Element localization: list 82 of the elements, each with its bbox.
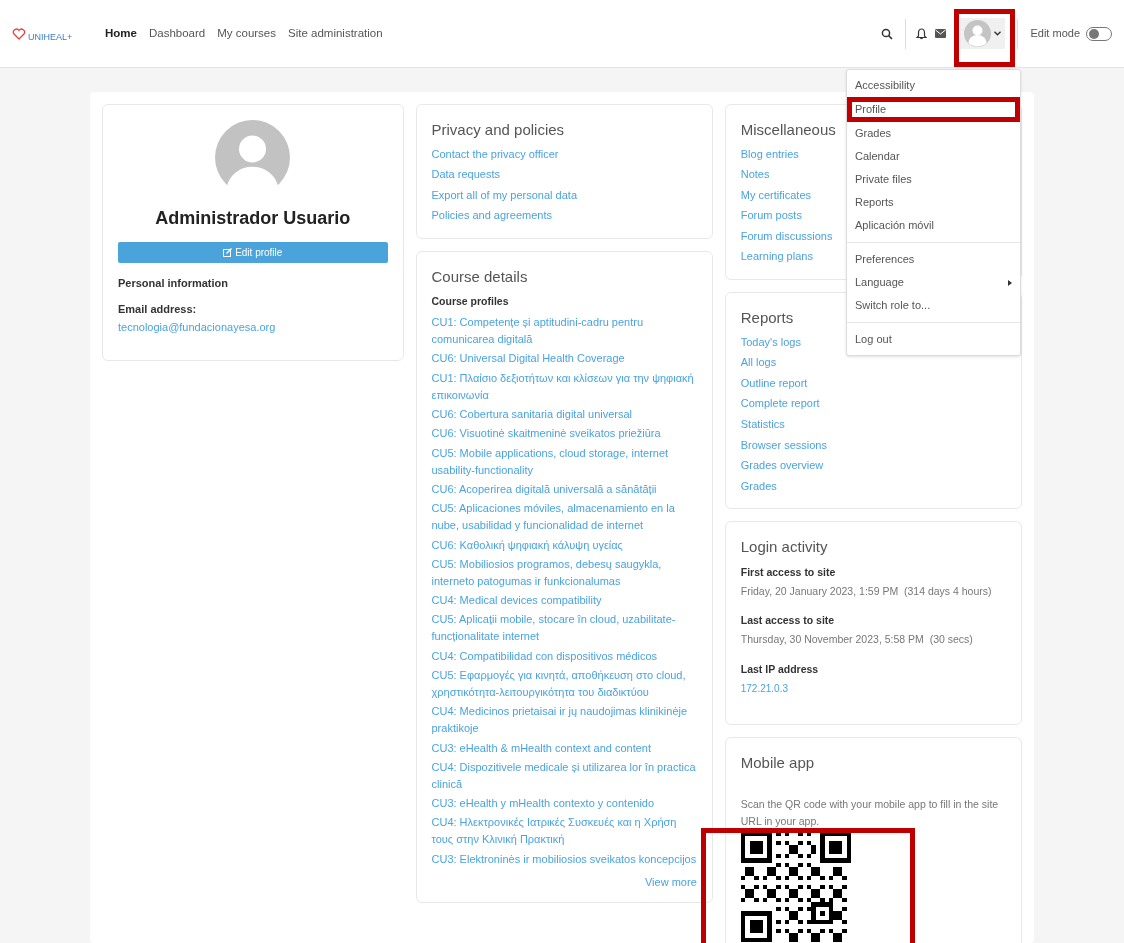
menu-item[interactable]: Calendar: [847, 145, 1020, 168]
field-value: Thursday, 30 November 2023, 5:58 PM (30 secs): [740, 632, 974, 648]
course-link[interactable]: CU3: eHealth y mHealth contexto y contenido: [431, 795, 655, 813]
avatar-icon: [964, 20, 992, 47]
course-link[interactable]: CU6: Acoperirea digitală universală a sănătății: [431, 480, 657, 498]
link[interactable]: Contact the privacy officer: [431, 143, 559, 165]
link[interactable]: Export all of my personal data: [431, 184, 578, 206]
menu-item[interactable]: Log out: [847, 328, 1020, 351]
view-more-link[interactable]: View more: [645, 873, 697, 891]
menu-item[interactable]: Profile: [847, 97, 1020, 122]
link[interactable]: Grades overview: [740, 455, 824, 476]
section-heading: Course profiles: [431, 294, 510, 310]
menu-item[interactable]: Switch role to...: [847, 294, 1020, 317]
course-link[interactable]: CU4: Compatibilidad con dispositivos médicos: [431, 647, 658, 665]
link[interactable]: Data requests: [431, 164, 500, 185]
link[interactable]: All logs: [740, 352, 777, 373]
course-link[interactable]: CU1: Πλαίσιο δεξιοτήτων και κλίσεων για την ψηφιακή επικοινωνία: [431, 369, 697, 404]
course-link[interactable]: CU5: Aplicaciones móviles, almacenamiento en la nube, usabilidad y funcionalidad de internet: [431, 500, 697, 535]
field-value: Friday, 20 January 2023, 1:59 PM (314 days 4 hours): [740, 583, 993, 599]
edit-icon: [223, 248, 233, 257]
course-link[interactable]: CU4: Medical devices compatibility: [431, 592, 602, 610]
profile-name: Administrador Usuario: [154, 207, 352, 230]
envelope-icon[interactable]: [935, 29, 947, 38]
section-heading: Personal information: [118, 276, 230, 291]
link[interactable]: Forum discussions: [740, 225, 833, 247]
course-link[interactable]: CU6: Cobertura sanitaria digital universal: [431, 406, 633, 423]
instruction-text: Scan the QR code with your mobile app to fill in the site URL in your app.: [740, 797, 1000, 830]
course-link[interactable]: CU5: Εφαρμογές για κινητά, αποθήκευση στο cloud, χρηστικότητα-λειτουργικότητα του διαδικτύου: [431, 667, 697, 701]
link[interactable]: Notes: [740, 164, 770, 185]
field-label: Email address:: [118, 301, 198, 317]
nav-link[interactable]: My courses: [217, 24, 276, 43]
card-title: Course details: [431, 266, 529, 287]
link[interactable]: Grades: [740, 475, 777, 497]
caret-icon: [994, 31, 1002, 36]
course-link[interactable]: CU1: Competențe și aptitudini-cadru pentru comunicarea digitală: [431, 314, 697, 349]
menu-item[interactable]: Accessibility: [847, 74, 1020, 97]
course-link[interactable]: CU5: Mobile applications, cloud storage, internet usability-functionality: [431, 444, 697, 479]
link[interactable]: Browser sessions: [740, 434, 827, 456]
menu-item[interactable]: Reports: [847, 191, 1020, 214]
link[interactable]: Today's logs: [740, 331, 801, 353]
field-label: Last access to site: [740, 613, 836, 629]
card-title: Reports: [740, 308, 795, 329]
link[interactable]: Forum posts: [740, 205, 802, 226]
card-title: Mobile app: [740, 752, 816, 773]
course-link[interactable]: CU4: Dispozitivele medicale și utilizarea lor în practica clinică: [431, 758, 697, 793]
nav-link[interactable]: Dashboard: [148, 24, 206, 43]
link[interactable]: Complete report: [740, 393, 820, 414]
course-link[interactable]: CU6: Καθολική ψηφιακή κάλυψη υγείας: [431, 536, 623, 554]
link[interactable]: Statistics: [740, 413, 785, 435]
course-link[interactable]: CU4: Ηλεκτρονικές Ιατρικές Συσκευές και η Χρήση τους στην Κλινική Πρακτική: [431, 814, 697, 849]
course-link[interactable]: CU3: eHealth & mHealth context and content: [431, 739, 651, 757]
menu-item[interactable]: Preferences: [847, 248, 1020, 271]
course-link[interactable]: CU5: Aplicații mobile, stocare în cloud, uzabilitate-funcționalitate internet: [431, 611, 697, 646]
heart-logo-icon: [12, 26, 26, 41]
search-icon[interactable]: [881, 27, 894, 40]
menu-item[interactable]: Language: [847, 271, 1020, 294]
menu-item[interactable]: Private files: [847, 168, 1020, 191]
course-link[interactable]: CU6: Visuotinė skaitmeninė sveikatos priežiūra: [431, 425, 661, 443]
link[interactable]: Outline report: [740, 372, 808, 394]
ip-address-link[interactable]: 172.21.0.3: [740, 680, 788, 696]
card-title: Miscellaneous: [740, 120, 836, 140]
link[interactable]: Blog entries: [740, 143, 799, 165]
menu-item[interactable]: Aplicación móvil: [847, 214, 1020, 237]
course-link[interactable]: CU3: Elektroninės ir mobiliosios sveikatos koncepcijos: [431, 850, 697, 868]
edit-profile-button[interactable]: Edit profile: [118, 242, 388, 263]
nav-link[interactable]: Site administration: [288, 24, 383, 43]
bell-icon[interactable]: [916, 27, 928, 40]
course-link[interactable]: CU4: Medicinos prietaisai ir jų naudojimas klinikinėje praktikoje: [431, 703, 697, 738]
nav-link[interactable]: Home: [105, 24, 137, 43]
course-link[interactable]: CU5: Mobiliosios programos, debesų saugykla, interneto patogumas ir funkcionalumas: [431, 555, 697, 590]
logo-text: UNIHEAL+: [28, 30, 73, 44]
card-title: Login activity: [740, 537, 829, 558]
link[interactable]: Policies and agreements: [431, 205, 552, 226]
email-link[interactable]: tecnologia@fundacionayesa.org: [118, 319, 388, 336]
field-label: Last IP address: [740, 661, 820, 677]
link[interactable]: My certificates: [740, 184, 812, 206]
menu-item[interactable]: Grades: [847, 122, 1020, 145]
link[interactable]: Learning plans: [740, 246, 813, 268]
card-title: Privacy and policies: [431, 120, 566, 140]
edit-mode-label: Edit mode: [1030, 26, 1080, 42]
field-label: First access to site: [740, 564, 837, 580]
course-link[interactable]: CU6: Universal Digital Health Coverage: [431, 350, 625, 368]
